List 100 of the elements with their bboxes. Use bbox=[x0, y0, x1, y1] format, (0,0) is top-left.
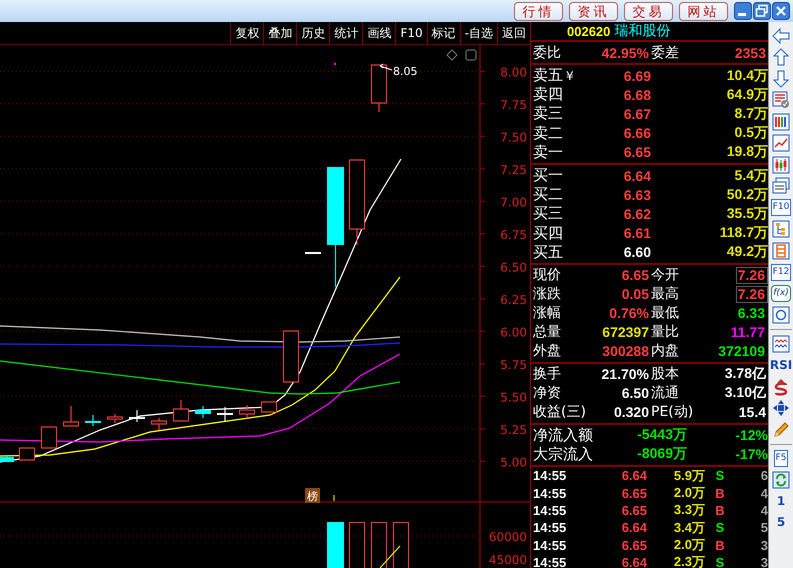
field-label: 换手 bbox=[533, 365, 562, 384]
volume-bar bbox=[371, 522, 387, 568]
move-icon[interactable] bbox=[772, 399, 790, 418]
windows-icon[interactable] bbox=[772, 177, 790, 196]
field-label: 内盘 bbox=[651, 342, 680, 360]
order-price: 6.67 bbox=[622, 106, 651, 122]
order-level-label: 买三 bbox=[533, 204, 563, 224]
price-axis-label: 5.75 bbox=[500, 358, 527, 372]
trade-time: 14:55 bbox=[533, 502, 568, 518]
document-icon[interactable] bbox=[772, 242, 790, 260]
trade-volume: 5.9万 bbox=[672, 466, 705, 485]
field-label: 现价 bbox=[533, 266, 562, 284]
price-axis-label: 6.00 bbox=[500, 325, 527, 340]
trade-price: 6.65 bbox=[620, 538, 647, 553]
candle bbox=[217, 406, 233, 422]
field-value: 7.26 bbox=[736, 286, 768, 303]
candle bbox=[173, 400, 189, 422]
candle bbox=[19, 448, 35, 460]
tree-icon[interactable] bbox=[772, 220, 790, 238]
candle bbox=[239, 404, 255, 418]
order-volume: 19.8万 bbox=[726, 143, 768, 162]
field-value: 7.26 bbox=[736, 266, 768, 284]
candle bbox=[129, 410, 145, 422]
field-value: 0.05 bbox=[620, 286, 650, 302]
trade-volume: 2.0万 bbox=[672, 536, 705, 554]
order-level-label: 买四 bbox=[533, 224, 563, 243]
volume-axis-label: 45000 bbox=[488, 553, 527, 567]
candlestick-icon[interactable] bbox=[772, 156, 790, 174]
minimize-icon[interactable] bbox=[734, 2, 752, 20]
f5-button[interactable]: F5 bbox=[774, 450, 788, 467]
trade-side: S bbox=[714, 520, 726, 536]
trade-count: 4 bbox=[760, 486, 768, 501]
close-icon[interactable] bbox=[772, 2, 790, 20]
period-button[interactable]: 1 bbox=[776, 494, 786, 509]
order-price: 6.68 bbox=[622, 86, 651, 103]
field-label: 最低 bbox=[651, 304, 680, 322]
price-axis-label: 7.50 bbox=[500, 130, 527, 144]
field-label: 最高 bbox=[651, 285, 680, 304]
field-label: 涨幅 bbox=[533, 304, 562, 322]
order-level-label: 买一 bbox=[533, 166, 563, 186]
table-check-icon[interactable] bbox=[772, 91, 790, 110]
field-label: 净资 bbox=[533, 384, 562, 402]
candle bbox=[63, 406, 79, 426]
panel-toggle-icon[interactable] bbox=[466, 50, 476, 60]
order-price: 6.63 bbox=[622, 186, 651, 203]
field-value: 672397 bbox=[601, 324, 650, 340]
nav-button[interactable]: 交易 bbox=[624, 2, 673, 20]
order-volume: 35.5万 bbox=[726, 204, 768, 223]
nav-button[interactable]: 资讯 bbox=[569, 2, 618, 20]
line-chart-icon[interactable] bbox=[772, 134, 790, 152]
wave-icon[interactable] bbox=[772, 334, 790, 353]
grid-icon[interactable] bbox=[772, 112, 790, 131]
field-label: 收益(三) bbox=[533, 403, 587, 422]
price-axis-label: 7.00 bbox=[500, 195, 527, 210]
order-price: 6.61 bbox=[622, 225, 651, 242]
period-button[interactable]: 5 bbox=[776, 515, 786, 530]
s-arrow-icon[interactable] bbox=[773, 378, 789, 396]
flow-percent: -12% bbox=[734, 427, 768, 444]
price-axis-label: 8.00 bbox=[500, 65, 527, 80]
field-label: 股本 bbox=[651, 365, 680, 384]
field-label: 委差 bbox=[651, 44, 680, 62]
volume-bar bbox=[349, 522, 365, 568]
trade-volume: 2.3万 bbox=[672, 553, 705, 568]
trade-side: B bbox=[714, 502, 726, 518]
candle bbox=[195, 406, 211, 418]
field-value: 6.50 bbox=[620, 385, 650, 402]
price-axis-label: 5.50 bbox=[500, 390, 527, 404]
refresh-icon[interactable] bbox=[772, 470, 790, 489]
f10-button[interactable]: F10 bbox=[770, 199, 792, 216]
price-axis-label: 6.75 bbox=[500, 228, 527, 242]
formula-button[interactable]: f(x) bbox=[771, 285, 791, 302]
f12-button[interactable]: F12 bbox=[770, 264, 792, 281]
order-level-label: 买五 bbox=[533, 242, 563, 262]
field-value: 300288 bbox=[601, 343, 650, 360]
trade-count: 5 bbox=[760, 520, 768, 536]
trade-count: 4 bbox=[760, 502, 768, 518]
restore-icon[interactable] bbox=[753, 2, 771, 20]
candle bbox=[371, 64, 387, 112]
field-value: 0.320 bbox=[612, 404, 650, 420]
order-level-label: 卖三 bbox=[533, 104, 563, 124]
rsi-button[interactable]: RSI bbox=[768, 358, 793, 373]
trade-count: 6 bbox=[760, 468, 768, 484]
down-arrow-icon[interactable] bbox=[773, 70, 789, 88]
volume-bar bbox=[327, 522, 344, 568]
order-price: 6.66 bbox=[622, 125, 651, 142]
order-price: 6.69 bbox=[622, 68, 651, 84]
flow-amount: -5443万 bbox=[636, 426, 687, 444]
pencil-icon[interactable] bbox=[772, 420, 790, 439]
price-axis-label: 5.25 bbox=[500, 422, 527, 437]
flow-percent: -17% bbox=[734, 446, 768, 462]
up-arrow-icon[interactable] bbox=[773, 48, 789, 66]
order-level-label: 卖四 bbox=[533, 85, 563, 104]
price-axis-label: 7.25 bbox=[500, 162, 527, 177]
nav-button[interactable]: 网站 bbox=[679, 2, 728, 20]
trade-side: S bbox=[714, 554, 726, 568]
price-axis-label: 5.00 bbox=[500, 455, 527, 470]
left-arrow-icon[interactable] bbox=[772, 28, 790, 44]
price-axis-label: 6.25 bbox=[500, 292, 527, 307]
field-label: 量比 bbox=[651, 323, 680, 342]
nav-button[interactable]: 行情 bbox=[514, 2, 563, 20]
